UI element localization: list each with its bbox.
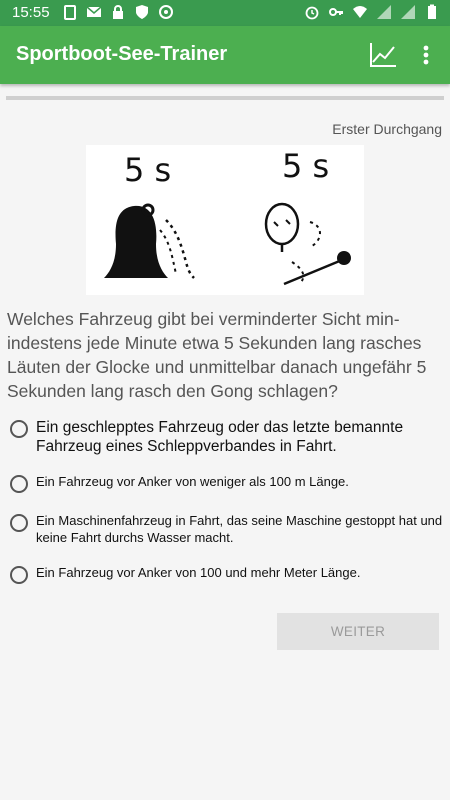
- signal-icon: [401, 5, 415, 19]
- answer-option-2[interactable]: Ein Fahrzeug vor Anker von weniger als 1…: [10, 473, 446, 493]
- radio-button[interactable]: [10, 566, 28, 584]
- wifi-icon: [353, 6, 367, 18]
- key-icon: [329, 8, 343, 16]
- lock-icon: [113, 5, 123, 19]
- alarm-icon: [305, 6, 319, 20]
- answer-option-label: Ein Maschinenfahrzeug in Fahrt, das sein…: [36, 513, 443, 545]
- question-illustration: 5 s 5 s: [86, 145, 364, 295]
- signal-icon: [377, 5, 391, 19]
- app-bar: Sportboot-See-Trainer: [0, 26, 450, 84]
- battery-icon: [428, 4, 436, 19]
- left-duration-label: 5 s: [124, 151, 172, 189]
- radio-button[interactable]: [10, 420, 28, 438]
- bell-icon: [104, 203, 195, 279]
- answer-option-4[interactable]: Ein Fahrzeug vor Anker von 100 und mehr …: [10, 564, 446, 584]
- question-text: Welches Fahrzeug gibt bei verminderter S…: [7, 309, 427, 401]
- answer-option-label: Ein geschlepptes Fahrzeug oder das letzt…: [36, 419, 404, 455]
- clipboard-icon: [64, 5, 76, 20]
- answer-option-1[interactable]: Ein geschlepptes Fahrzeug oder das letzt…: [10, 418, 446, 456]
- more-vert-icon[interactable]: [416, 41, 436, 69]
- status-time: 15:55: [12, 4, 50, 21]
- status-bar: 15:55: [0, 0, 450, 26]
- shield-icon: [136, 5, 148, 19]
- radio-button[interactable]: [10, 514, 28, 532]
- right-duration-label: 5 s: [282, 147, 330, 185]
- progress-bar: [6, 96, 444, 100]
- chart-icon[interactable]: [368, 41, 398, 69]
- next-button[interactable]: WEITER: [277, 613, 439, 650]
- answer-option-label: Ein Fahrzeug vor Anker von 100 und mehr …: [36, 565, 361, 580]
- pass-label: Erster Durchgang: [332, 121, 442, 137]
- app-title: Sportboot-See-Trainer: [16, 43, 228, 65]
- answer-option-label: Ein Fahrzeug vor Anker von weniger als 1…: [36, 474, 349, 489]
- radio-button[interactable]: [10, 475, 28, 493]
- answer-option-3[interactable]: Ein Maschinenfahrzeug in Fahrt, das sein…: [10, 512, 446, 546]
- sync-icon: [159, 5, 173, 19]
- mail-icon: [86, 6, 102, 17]
- gong-icon: [264, 202, 351, 286]
